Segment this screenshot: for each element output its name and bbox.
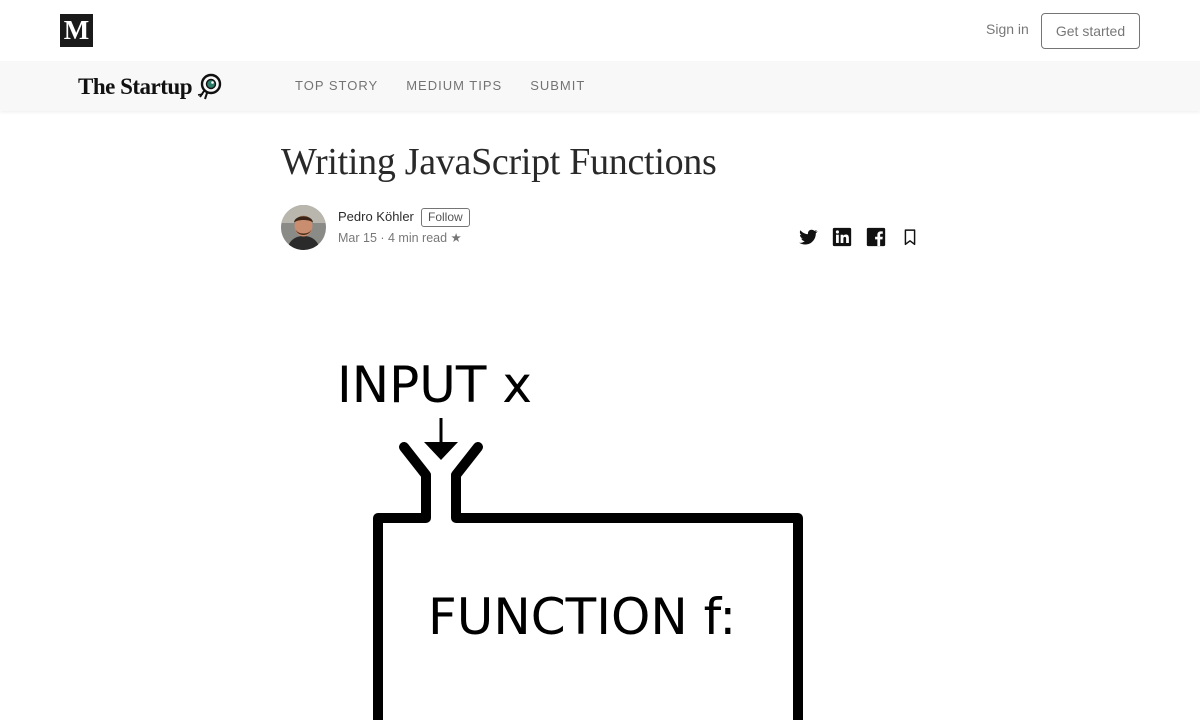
function-label: FUNCTION f:	[428, 588, 737, 646]
bookmark-icon[interactable]	[899, 226, 921, 248]
nav-medium-tips[interactable]: MEDIUM TIPS	[406, 78, 502, 93]
author-name[interactable]: Pedro Köhler	[338, 209, 414, 224]
input-label: INPUT x	[337, 356, 532, 414]
publication-nav: TOP STORY MEDIUM TIPS SUBMIT	[295, 78, 585, 93]
author-avatar[interactable]	[281, 205, 326, 250]
share-bar	[797, 226, 921, 248]
publication-logo[interactable]: The Startup	[78, 70, 225, 104]
site-header: M Sign in Get started	[0, 0, 1200, 61]
follow-button[interactable]: Follow	[421, 208, 470, 227]
get-started-button[interactable]: Get started	[1041, 13, 1140, 49]
article-title: Writing JavaScript Functions	[281, 141, 717, 183]
sign-in-link[interactable]: Sign in	[986, 21, 1029, 37]
nav-submit[interactable]: SUBMIT	[530, 78, 585, 93]
facebook-icon[interactable]	[865, 226, 887, 248]
publication-name: The Startup	[78, 74, 193, 99]
article-meta: Mar 15 · 4 min read ★	[338, 231, 462, 245]
twitter-icon[interactable]	[797, 226, 819, 248]
linkedin-icon[interactable]	[831, 226, 853, 248]
medium-logo[interactable]: M	[60, 14, 93, 47]
startup-badge-icon	[197, 73, 222, 100]
author-photo	[281, 205, 326, 250]
nav-top-story[interactable]: TOP STORY	[295, 78, 378, 93]
publication-bar: The Startup TOP STORY MEDIUM TIPS SUBMIT	[0, 61, 1200, 111]
hero-illustration: INPUT x FUNCTION f:	[300, 330, 860, 720]
